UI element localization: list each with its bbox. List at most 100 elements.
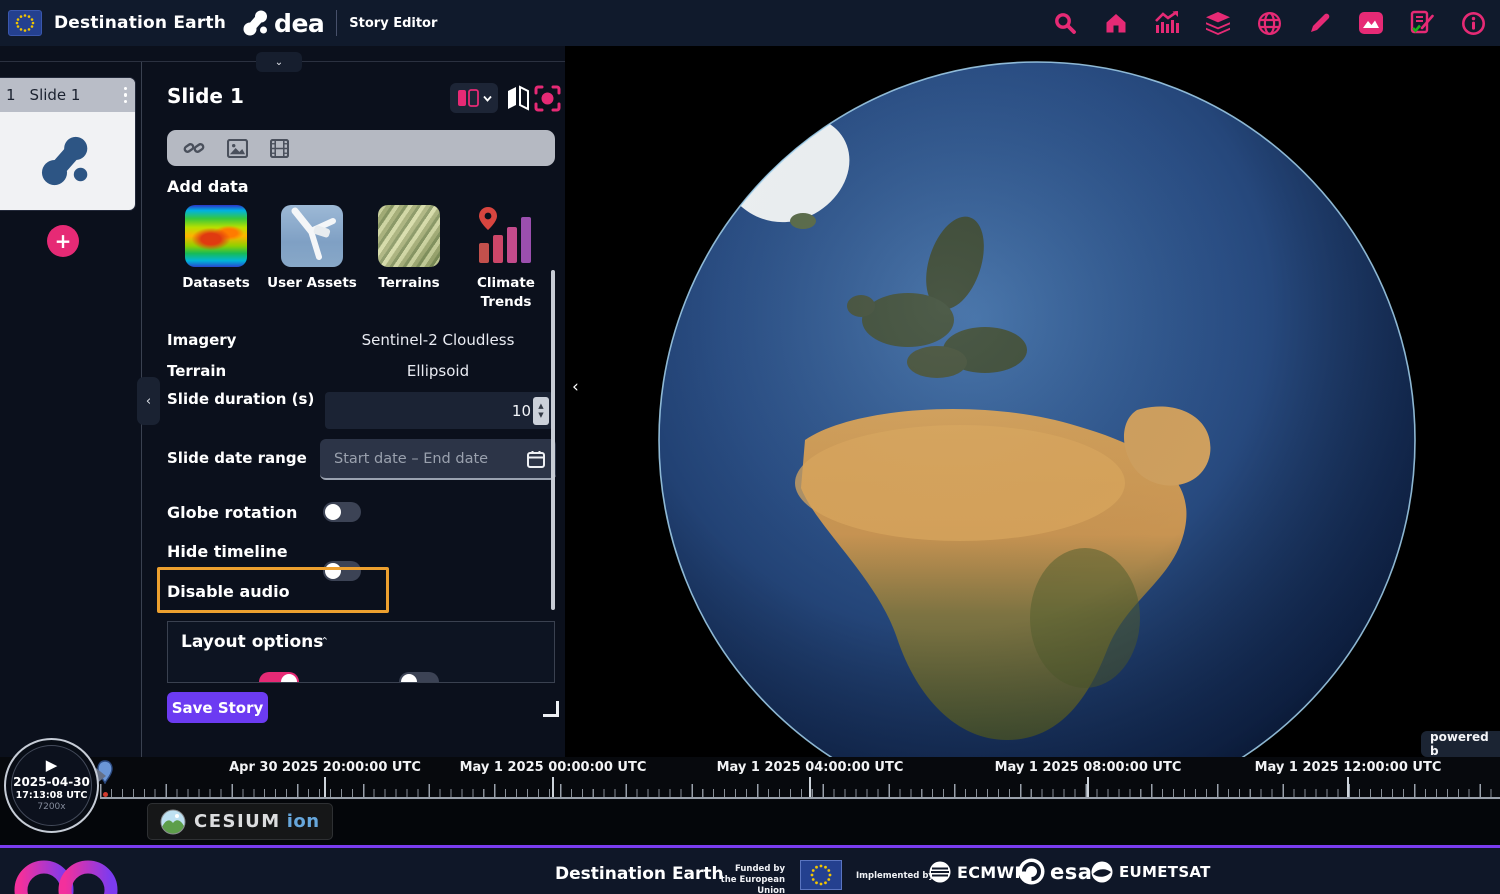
add-terrains-tile[interactable] xyxy=(378,205,440,267)
add-climate-trends-tile[interactable] xyxy=(475,205,537,267)
globe-icon[interactable] xyxy=(1256,10,1282,36)
edit-pencil-icon[interactable] xyxy=(1307,10,1333,36)
powered-by-badge[interactable]: powered b xyxy=(1421,731,1500,757)
media-image-icon[interactable] xyxy=(1358,10,1384,36)
clock-time: 17:13:08 UTC xyxy=(16,790,88,802)
globe-viewport[interactable] xyxy=(565,46,1500,757)
terrain-label: Terrain xyxy=(167,362,226,380)
eu-flag-logo xyxy=(8,10,42,36)
terrain-value[interactable]: Ellipsoid xyxy=(323,362,553,380)
viewer-collapse-button[interactable]: ‹ xyxy=(572,377,579,397)
slide-index: 1 xyxy=(6,86,16,104)
globe-rotation-toggle[interactable] xyxy=(323,502,361,522)
add-datasets-tile[interactable] xyxy=(185,205,247,267)
layout-options-heading[interactable]: Layout options xyxy=(181,632,323,652)
timeline-ruler[interactable] xyxy=(100,777,1500,799)
tile-label-user-assets[interactable]: User Assets xyxy=(264,274,360,293)
eumetsat-logo: EUMETSAT xyxy=(1090,860,1211,884)
dea-glyph-icon xyxy=(242,8,272,38)
analytics-icon[interactable] xyxy=(1154,10,1180,36)
app-label: Story Editor xyxy=(349,16,437,31)
save-story-button[interactable]: Save Story xyxy=(167,692,268,723)
disable-audio-label: Disable audio xyxy=(167,582,290,601)
slide-card-header[interactable]: 1 Slide 1 xyxy=(0,78,135,112)
funded-by-text: Funded by the European Union xyxy=(705,864,785,894)
chevron-down-icon: ⌄ xyxy=(275,57,283,68)
calendar-icon[interactable] xyxy=(527,450,545,468)
play-icon[interactable]: ▶ xyxy=(46,758,58,773)
globe-rotation-label: Globe rotation xyxy=(167,503,297,522)
panel-scrollbar[interactable] xyxy=(551,270,555,610)
slide-name: Slide 1 xyxy=(30,86,81,104)
slide-card[interactable]: 1 Slide 1 xyxy=(0,78,135,210)
panel-resize-handle[interactable] xyxy=(543,701,559,717)
wind-turbine-icon xyxy=(281,205,343,267)
film-icon[interactable] xyxy=(270,139,289,158)
info-icon[interactable] xyxy=(1460,10,1486,36)
hide-timeline-toggle[interactable] xyxy=(323,561,361,581)
layout-option-toggle[interactable] xyxy=(259,672,299,683)
dea-wordmark: dea xyxy=(274,11,324,36)
story-check-icon[interactable] xyxy=(1409,10,1435,36)
timeline-tick-label: May 1 2025 04:00:00 UTC xyxy=(717,760,904,775)
clock-date: 2025-04-30 xyxy=(13,775,90,790)
timeline-tick-label: May 1 2025 00:00:00 UTC xyxy=(460,760,647,775)
eumetsat-icon xyxy=(1090,860,1114,884)
slide-date-range-input[interactable]: Start date – End date xyxy=(320,439,556,480)
chevron-up-icon[interactable]: ⌃ xyxy=(320,635,329,648)
chevron-left-icon: ‹ xyxy=(146,394,151,409)
flip-panels-icon xyxy=(506,85,530,111)
split-layout-icon xyxy=(457,89,479,107)
tile-label-datasets[interactable]: Datasets xyxy=(168,274,264,293)
cesium-wordmark: CESIUM xyxy=(194,811,281,832)
ecmwf-logo: ECMWF xyxy=(928,860,1026,884)
layout-options-section: Layout options ⌃ xyxy=(167,621,555,683)
add-slide-button[interactable]: + xyxy=(47,225,79,257)
number-stepper[interactable]: ▲▼ xyxy=(533,397,549,425)
cesium-ion-badge[interactable]: CESIUM ion xyxy=(147,803,333,840)
story-editor-app: Destination Earth dea Story Editor xyxy=(0,0,1500,894)
add-user-assets-tile[interactable] xyxy=(281,205,343,267)
play-button[interactable]: ▶ 2025-04-30 17:13:08 UTC 7200x xyxy=(11,745,92,826)
panel-title: Slide 1 xyxy=(167,84,244,108)
panel-collapse-button[interactable]: ⌄ xyxy=(256,52,302,72)
timeline-tick-label: Apr 30 2025 20:00:00 UTC xyxy=(229,760,421,775)
slide-thumbnail[interactable] xyxy=(0,112,135,210)
layout-select-button[interactable] xyxy=(450,83,498,113)
climate-trends-icon xyxy=(475,205,537,267)
plus-icon: + xyxy=(55,229,72,253)
slide-duration-label: Slide duration (s) xyxy=(167,387,317,411)
slide-duration-value[interactable]: 10 xyxy=(512,402,531,420)
eu-flag-footer xyxy=(800,860,842,890)
sidebar-collapse-button[interactable]: ‹ xyxy=(137,377,160,425)
imagery-label: Imagery xyxy=(167,331,236,349)
slide-menu-kebab-icon[interactable] xyxy=(124,87,128,104)
earth-globe[interactable] xyxy=(655,58,1419,757)
image-icon[interactable] xyxy=(227,139,248,158)
timeline-bar[interactable]: Apr 30 2025 20:00:00 UTC May 1 2025 00:0… xyxy=(0,757,1500,800)
flip-view-button[interactable] xyxy=(505,84,531,112)
topbar-divider xyxy=(336,10,337,36)
hide-timeline-label: Hide timeline xyxy=(167,542,288,561)
clock-speed: 7200x xyxy=(37,802,65,813)
add-data-heading: Add data xyxy=(167,177,249,196)
home-icon[interactable] xyxy=(1103,10,1129,36)
focus-capture-button[interactable] xyxy=(533,84,561,112)
tile-label-climate-trends[interactable]: Climate Trends xyxy=(458,274,554,312)
stepper-down-icon: ▼ xyxy=(538,412,543,419)
stepper-up-icon: ▲ xyxy=(538,403,543,410)
eu-stars-icon xyxy=(9,11,41,35)
app-brand: Destination Earth xyxy=(54,13,226,33)
imagery-value[interactable]: Sentinel-2 Cloudless xyxy=(323,331,553,349)
link-icon[interactable] xyxy=(183,138,205,158)
media-toolbar xyxy=(167,130,555,166)
cesium-logo-icon xyxy=(160,809,186,835)
slide-duration-input[interactable]: 10 ▲▼ xyxy=(325,392,553,429)
chevron-down-icon xyxy=(483,95,492,102)
tile-label-terrains[interactable]: Terrains xyxy=(361,274,457,293)
layers-icon[interactable] xyxy=(1205,10,1231,36)
esa-icon xyxy=(1018,858,1045,885)
layout-option-toggle[interactable] xyxy=(399,672,439,683)
search-icon[interactable] xyxy=(1052,10,1078,36)
slide-date-range-label: Slide date range xyxy=(167,449,307,467)
